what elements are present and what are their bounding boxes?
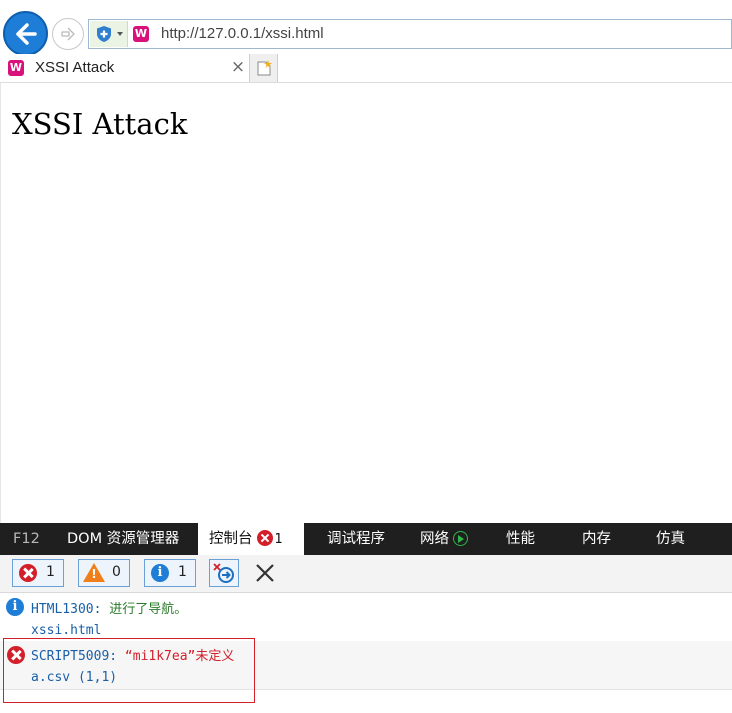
info-icon: i: [6, 598, 24, 616]
chevron-down-icon: [117, 32, 123, 36]
filter-errors-button[interactable]: 1: [12, 559, 64, 587]
warning-mark: !: [91, 567, 97, 581]
message-code: HTML1300:: [31, 602, 102, 617]
back-button[interactable]: [3, 11, 48, 56]
console-message-info[interactable]: HTML1300: 进行了导航。: [31, 598, 187, 617]
url-text[interactable]: http://127.0.0.1/xssi.html: [161, 25, 324, 42]
tab-title: XSSI Attack: [35, 59, 115, 76]
devtools-f12-label: F12: [13, 531, 40, 547]
page-content: XSSI Attack: [0, 83, 732, 523]
forward-button[interactable]: [52, 18, 84, 50]
url-field[interactable]: W http://127.0.0.1/xssi.html: [88, 19, 732, 49]
info-mark: i: [157, 565, 163, 580]
arrow-right-icon: [61, 27, 75, 41]
tab-favicon-icon: W: [8, 60, 24, 76]
highlight-box: [3, 638, 255, 703]
tab-close-icon[interactable]: ×: [229, 57, 247, 77]
compat-view-button[interactable]: [90, 21, 128, 47]
error-count: 1: [46, 564, 55, 580]
error-icon: [19, 564, 37, 582]
arrow-left-icon: [16, 23, 37, 45]
favicon-glyph: W: [134, 27, 148, 40]
clear-console-button[interactable]: [252, 560, 278, 586]
address-bar-area: W http://127.0.0.1/xssi.html: [0, 0, 732, 56]
clear-on-navigate-button[interactable]: [209, 559, 239, 587]
play-icon: [453, 531, 468, 546]
tab-memory[interactable]: 内存: [582, 523, 611, 555]
info-count: 1: [178, 564, 187, 580]
message-text: 进行了导航。: [109, 602, 188, 617]
message-source-link[interactable]: xssi.html: [31, 623, 101, 638]
new-tab-button[interactable]: [250, 54, 278, 82]
filter-info-button[interactable]: i 1: [144, 559, 196, 587]
shield-plus-icon: [97, 26, 111, 42]
tab-xssi-attack[interactable]: W XSSI Attack ×: [0, 54, 250, 82]
close-icon: [256, 564, 274, 582]
clear-on-navigate-icon: [213, 563, 234, 583]
console-toolbar: 1 ! 0 i 1: [0, 555, 732, 593]
favicon-glyph: W: [9, 61, 23, 74]
console-output: i HTML1300: 进行了导航。 xssi.html SCRIPT5009:…: [0, 593, 732, 713]
tab-emulation[interactable]: 仿真: [656, 523, 685, 555]
warning-count: 0: [112, 564, 121, 580]
devtools-tab-bar: F12 DOM 资源管理器 控制台 1 调试程序 网络 性能 内存 仿真: [0, 523, 732, 555]
tab-performance[interactable]: 性能: [506, 523, 535, 555]
site-favicon-icon: W: [133, 26, 149, 42]
tab-network[interactable]: 网络: [420, 523, 468, 555]
tab-console[interactable]: 控制台 1: [198, 523, 304, 555]
tab-dom-explorer[interactable]: DOM 资源管理器: [67, 523, 179, 555]
new-tab-icon: [257, 60, 272, 76]
page-title: XSSI Attack: [12, 107, 188, 141]
filter-warnings-button[interactable]: ! 0: [78, 559, 130, 587]
tab-bar: W XSSI Attack ×: [0, 54, 732, 83]
tab-console-label: 控制台: [209, 531, 253, 547]
tab-console-error-count: 1: [274, 532, 283, 547]
error-icon: [256, 530, 273, 546]
tab-network-label: 网络: [420, 531, 449, 547]
tab-debugger[interactable]: 调试程序: [327, 523, 385, 555]
